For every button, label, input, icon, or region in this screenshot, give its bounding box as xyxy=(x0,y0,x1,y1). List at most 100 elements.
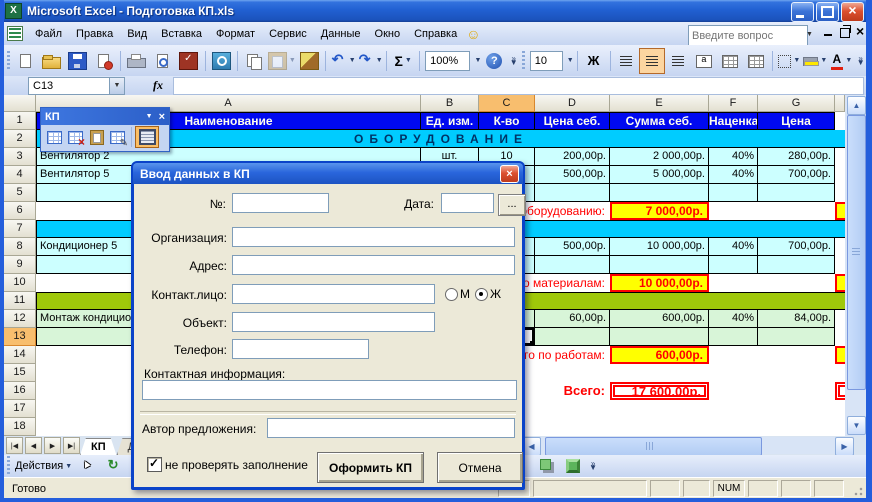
menu-item-Вид[interactable]: Вид xyxy=(120,24,154,44)
sheet-tab-kp[interactable]: КП xyxy=(80,438,117,456)
free-rotate-button[interactable] xyxy=(100,454,126,478)
contact-person-field[interactable] xyxy=(232,284,435,304)
spelling-button[interactable] xyxy=(176,49,202,73)
print-button[interactable] xyxy=(124,49,150,73)
toolbar-grip[interactable] xyxy=(7,51,10,71)
object-field[interactable] xyxy=(232,312,435,332)
vertical-scroll-thumb[interactable] xyxy=(847,115,866,390)
menu-item-Формат[interactable]: Формат xyxy=(209,24,262,44)
cell-D13[interactable] xyxy=(535,328,610,346)
col-header-C[interactable]: C xyxy=(479,95,535,112)
row-header-12[interactable]: 12 xyxy=(4,310,36,328)
align-center-button[interactable] xyxy=(639,48,665,74)
row-header-15[interactable]: 15 xyxy=(4,364,36,382)
skip-validation-checkbox[interactable] xyxy=(147,457,162,472)
row-header-13[interactable]: 13 xyxy=(4,328,36,346)
row-header-3[interactable]: 3 xyxy=(4,148,36,166)
shadow-style-button[interactable] xyxy=(534,454,560,478)
select-all-corner[interactable] xyxy=(4,95,36,112)
header-cell[interactable]: Ед. изм. xyxy=(421,112,479,130)
col-header-B[interactable]: B xyxy=(421,95,479,112)
insert-function-button[interactable]: fx xyxy=(153,78,163,93)
header-cell[interactable]: Наценка xyxy=(709,112,758,130)
paste-button[interactable]: ▼ xyxy=(267,49,296,73)
font-size-dropdown-icon[interactable]: ▼ xyxy=(567,57,574,64)
tab-next-icon[interactable]: ▶ xyxy=(44,437,61,454)
row-header-5[interactable]: 5 xyxy=(4,184,36,202)
cell-F3[interactable]: 40% xyxy=(709,148,758,166)
workbook-minimize-icon[interactable] xyxy=(824,34,832,36)
cell-D12[interactable]: 60,00р. xyxy=(535,310,610,328)
align-left-button[interactable] xyxy=(613,49,639,73)
address-field[interactable] xyxy=(232,255,515,275)
align-right-button[interactable] xyxy=(665,49,691,73)
open-button[interactable] xyxy=(39,49,65,73)
cell-F4[interactable]: 40% xyxy=(709,166,758,184)
organization-field[interactable] xyxy=(232,227,515,247)
row-header-10[interactable]: 10 xyxy=(4,274,36,292)
3d-style-button[interactable] xyxy=(560,454,586,478)
cell-E3[interactable]: 2 000,00р. xyxy=(610,148,709,166)
toolbar-grip[interactable] xyxy=(7,456,10,476)
row-header-7[interactable]: 7 xyxy=(4,220,36,238)
row-header-4[interactable]: 4 xyxy=(4,166,36,184)
menu-item-Вставка[interactable]: Вставка xyxy=(154,24,209,44)
row-header-11[interactable]: 11 xyxy=(4,292,36,310)
cell-F5[interactable] xyxy=(709,184,758,202)
drawing-options-chevron[interactable]: »▼ xyxy=(587,454,599,478)
cell-D3[interactable]: 200,00р. xyxy=(535,148,610,166)
col-header-E[interactable]: E xyxy=(610,95,709,112)
research-button[interactable] xyxy=(208,49,234,73)
kp-toolbar-title-bar[interactable]: КП ▼ × xyxy=(41,108,169,125)
cell-F9[interactable] xyxy=(709,256,758,274)
row-header-14[interactable]: 14 xyxy=(4,346,36,364)
select-objects-button[interactable] xyxy=(74,454,100,478)
col-header-D[interactable]: D xyxy=(535,95,610,112)
smiley-icon[interactable]: ☺ xyxy=(466,26,480,42)
table-grid-button[interactable] xyxy=(743,49,769,73)
cancel-button[interactable]: Отмена xyxy=(437,452,523,483)
undo-button[interactable]: ▼ xyxy=(329,49,356,73)
tab-first-icon[interactable]: |◀ xyxy=(6,437,23,454)
cell-D8[interactable]: 500,00р. xyxy=(535,238,610,256)
redo-button[interactable]: ▼ xyxy=(356,49,383,73)
cell-G12[interactable]: 84,00р. xyxy=(758,310,835,328)
formula-input[interactable] xyxy=(173,77,864,95)
new-button[interactable] xyxy=(13,49,39,73)
row-header-1[interactable]: 1 xyxy=(4,112,36,130)
borders-button[interactable]: ▼ xyxy=(776,49,802,73)
kp-paste-button[interactable] xyxy=(86,127,107,147)
cell-G9[interactable] xyxy=(758,256,835,274)
menu-item-Сервис[interactable]: Сервис xyxy=(262,24,314,44)
female-radio[interactable] xyxy=(475,288,488,301)
cell-G8[interactable]: 700,00р. xyxy=(758,238,835,256)
close-button[interactable] xyxy=(841,2,864,22)
print-preview-button[interactable] xyxy=(150,49,176,73)
col-header-F[interactable]: F xyxy=(709,95,758,112)
font-color-button[interactable]: А▼ xyxy=(828,49,854,73)
number-field[interactable] xyxy=(232,193,329,213)
zoom-select[interactable]: 100% xyxy=(425,51,470,71)
name-box[interactable]: C13 xyxy=(28,77,110,95)
author-field[interactable] xyxy=(267,418,515,438)
cell-D5[interactable] xyxy=(535,184,610,202)
date-browse-button[interactable]: ... xyxy=(498,194,526,216)
kp-toolbar-close-icon[interactable]: × xyxy=(159,111,165,123)
cell-G5[interactable] xyxy=(758,184,835,202)
vertical-scrollbar[interactable]: ▲ ▼ xyxy=(845,95,866,436)
cell-E8[interactable]: 10 000,00р. xyxy=(610,238,709,256)
workbook-restore-icon[interactable] xyxy=(840,28,850,38)
minimize-button[interactable] xyxy=(791,2,814,22)
cell-F13[interactable] xyxy=(709,328,758,346)
dialog-close-button[interactable]: × xyxy=(500,165,519,183)
resize-grip[interactable] xyxy=(852,485,864,497)
horizontal-scrollbar[interactable]: ◀ ▶ xyxy=(521,437,854,454)
row-header-6[interactable]: 6 xyxy=(4,202,36,220)
workbook-icon[interactable] xyxy=(7,26,23,41)
name-box-dropdown-icon[interactable]: ▼ xyxy=(110,77,125,95)
phone-field[interactable] xyxy=(232,339,369,359)
tab-prev-icon[interactable]: ◀ xyxy=(25,437,42,454)
contact-info-field[interactable] xyxy=(142,380,517,400)
row-header-8[interactable]: 8 xyxy=(4,238,36,256)
actions-menu[interactable]: Действия▼ xyxy=(13,454,74,478)
